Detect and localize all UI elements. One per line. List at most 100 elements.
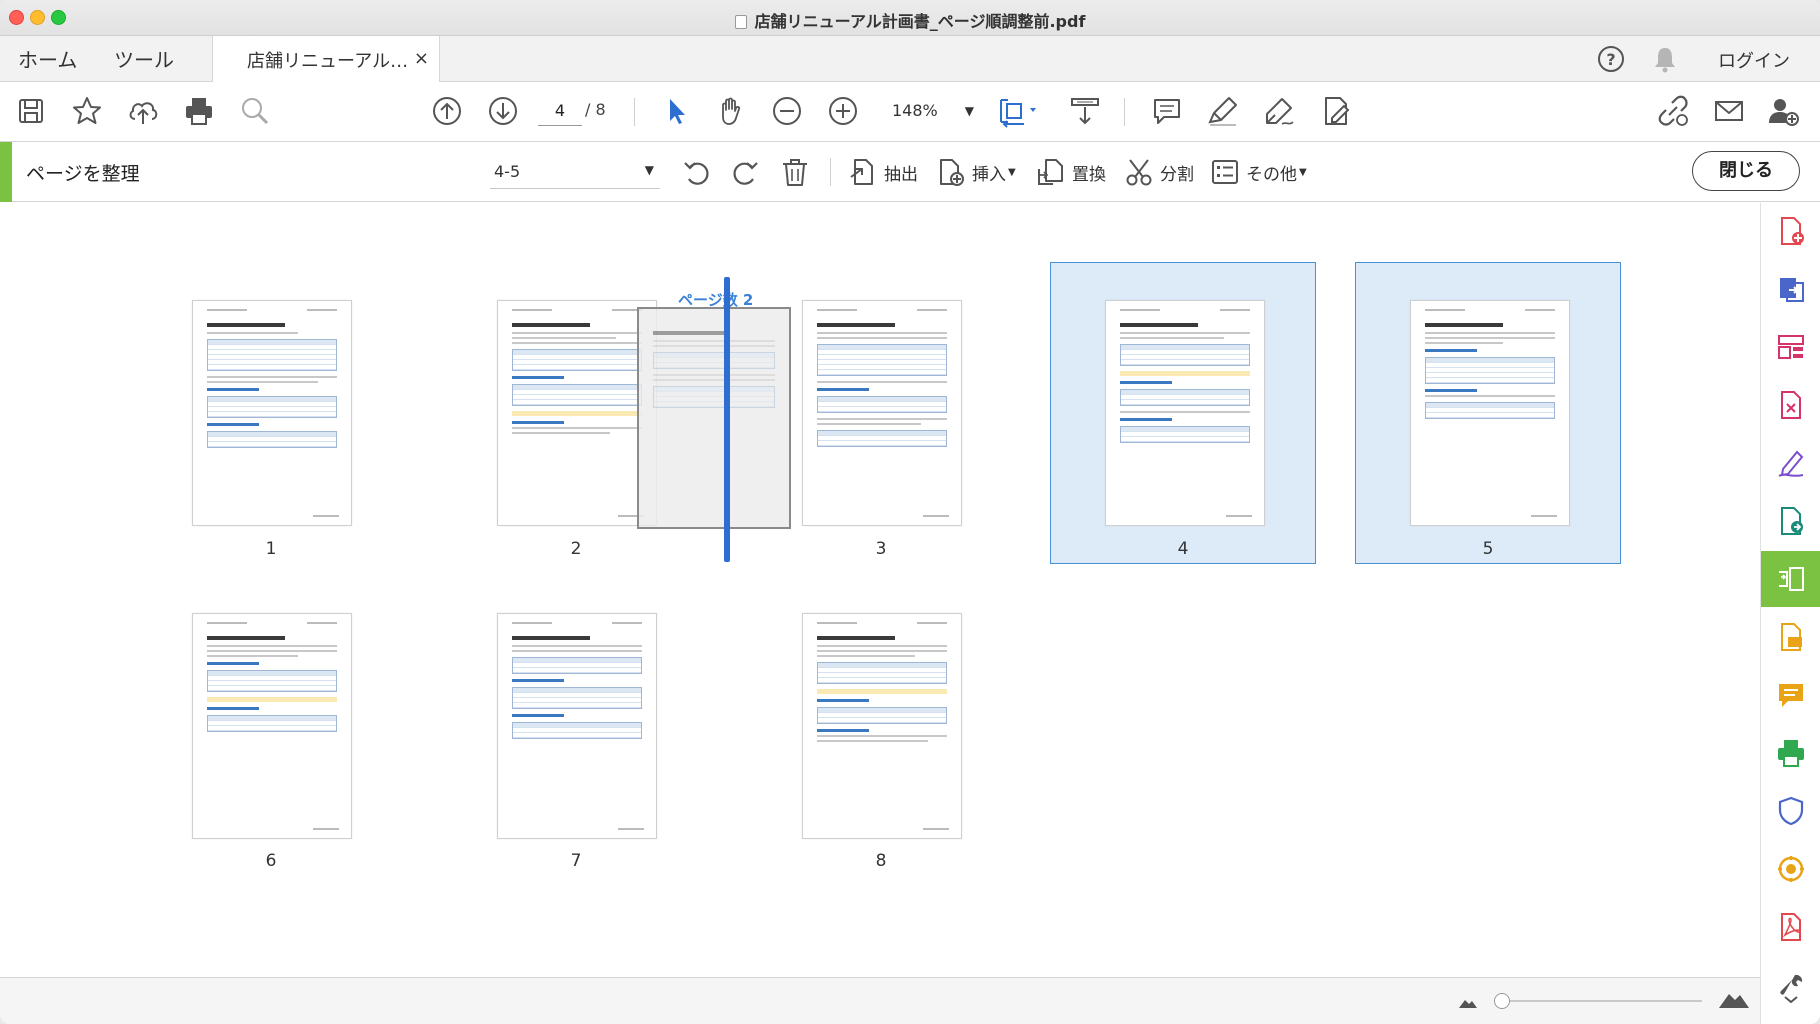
page-thumbnail-3[interactable] xyxy=(802,300,962,526)
page-thumbnail-grid: 1 2 3 4 5 6 7 8 ページ数 2 xyxy=(0,203,1760,977)
email-icon[interactable] xyxy=(1712,94,1746,128)
tools-right-rail xyxy=(1760,203,1820,1024)
help-icon[interactable]: ? xyxy=(1596,44,1626,74)
extract-icon xyxy=(850,159,873,185)
scroll-mode-icon[interactable] xyxy=(1068,94,1102,128)
thumbnail-size-slider-handle[interactable] xyxy=(1494,993,1510,1009)
page-thumbnail-7[interactable] xyxy=(497,613,657,839)
chevron-down-icon: ▼ xyxy=(1299,166,1307,178)
comment-file-icon[interactable] xyxy=(1761,609,1820,665)
bookmark-star-icon[interactable] xyxy=(70,94,104,128)
zoom-out-icon[interactable] xyxy=(770,94,804,128)
login-link[interactable]: ログイン xyxy=(1718,47,1790,73)
window-title-text: 店舗リニューアル計画書_ページ順調整前.pdf xyxy=(754,12,1086,31)
send-for-review-icon[interactable] xyxy=(1761,493,1820,549)
optimize-icon[interactable] xyxy=(1761,841,1820,897)
tools-wrench-icon[interactable] xyxy=(1761,959,1820,1015)
fit-page-icon[interactable] xyxy=(996,94,1042,128)
organize-title: ページを整理 xyxy=(26,163,140,185)
tab-tools[interactable]: ツール xyxy=(114,44,174,73)
create-pdf-icon[interactable] xyxy=(1761,203,1820,259)
title-bar: 店舗リニューアル計画書_ページ順調整前.pdf xyxy=(0,0,1820,36)
split-button[interactable]: 分割 xyxy=(1124,154,1194,190)
bell-icon[interactable] xyxy=(1650,44,1680,74)
insert-button[interactable]: 挿入 ▼ xyxy=(936,154,1016,190)
thumbnail-size-slider[interactable] xyxy=(1502,1000,1702,1002)
page-number-label: 8 xyxy=(875,851,887,871)
save-icon[interactable] xyxy=(14,94,48,128)
scissors-icon xyxy=(1126,159,1152,186)
organize-pages-icon[interactable] xyxy=(1761,551,1820,607)
list-icon xyxy=(1212,160,1238,184)
page-thumbnail-8[interactable] xyxy=(802,613,962,839)
toolbar-divider xyxy=(830,158,831,186)
highlighter-icon[interactable] xyxy=(1206,94,1240,128)
replace-button[interactable]: 置換 xyxy=(1036,154,1106,190)
extract-button[interactable]: 抽出 xyxy=(848,154,918,190)
edit-pdf-icon[interactable] xyxy=(1761,377,1820,433)
fill-sign-icon[interactable] xyxy=(1318,94,1352,128)
svg-text:?: ? xyxy=(1606,50,1615,69)
page-number-label: 6 xyxy=(265,851,277,871)
comment-icon[interactable] xyxy=(1150,94,1184,128)
page-thumbnail-5[interactable] xyxy=(1410,300,1570,526)
tab-home[interactable]: ホーム xyxy=(18,44,77,73)
drag-page-count: ページ数 2 xyxy=(678,291,754,309)
page-thumbnail-6[interactable] xyxy=(192,613,352,839)
zoom-level-value: 148% xyxy=(892,101,938,120)
split-label: 分割 xyxy=(1160,164,1194,185)
page-thumbnail-2[interactable] xyxy=(497,300,657,526)
tab-close-button[interactable]: × xyxy=(414,48,429,69)
main-toolbar: 4 / 8 148% ▼ xyxy=(0,82,1820,142)
organize-layout-icon[interactable] xyxy=(1761,319,1820,375)
print-icon[interactable] xyxy=(182,94,216,128)
insert-label: 挿入 xyxy=(972,164,1006,185)
toolbar-divider xyxy=(634,98,635,126)
comment-icon[interactable] xyxy=(1761,667,1820,723)
page-thumbnail-1[interactable] xyxy=(192,300,352,526)
insert-page-icon xyxy=(940,159,964,186)
page-thumbnail-4[interactable] xyxy=(1105,300,1265,526)
rotate-left-icon[interactable] xyxy=(680,155,714,189)
page-range-value: 4-5 xyxy=(494,162,521,181)
zoom-level-select[interactable]: 148% ▼ xyxy=(878,96,974,126)
fill-sign-icon[interactable] xyxy=(1761,435,1820,491)
add-user-icon[interactable] xyxy=(1766,94,1800,128)
zoom-small-thumbnails-icon[interactable] xyxy=(1458,994,1478,1013)
document-icon xyxy=(734,15,747,29)
replace-label: 置換 xyxy=(1072,164,1106,185)
chevron-down-icon: ▼ xyxy=(964,104,974,118)
page-number-label: 3 xyxy=(875,539,887,559)
next-page-icon[interactable] xyxy=(486,94,520,128)
draw-pen-icon[interactable] xyxy=(1262,94,1296,128)
drop-insertion-indicator xyxy=(724,277,730,562)
bottom-status-bar xyxy=(0,977,1760,1024)
page-range-select[interactable]: 4-5 ▼ xyxy=(490,155,660,189)
protect-icon[interactable] xyxy=(1761,783,1820,839)
replace-page-icon xyxy=(1038,159,1063,185)
cloud-upload-icon[interactable] xyxy=(126,94,160,128)
delete-trash-icon[interactable] xyxy=(778,155,812,189)
select-arrow-icon[interactable] xyxy=(660,94,694,128)
more-options-label: その他 xyxy=(1246,164,1297,185)
hand-tool-icon[interactable] xyxy=(714,94,748,128)
zoom-in-icon[interactable] xyxy=(826,94,860,128)
rotate-right-icon[interactable] xyxy=(728,155,762,189)
zoom-large-thumbnails-icon[interactable] xyxy=(1718,987,1750,1013)
more-options-button[interactable]: その他 ▼ xyxy=(1210,154,1307,190)
tab-document[interactable]: 店舗リニューアル… × xyxy=(212,36,440,82)
share-link-icon[interactable] xyxy=(1656,94,1690,128)
page-number-label: 7 xyxy=(570,851,582,871)
organize-accent-bar xyxy=(0,142,12,202)
page-number-label: 1 xyxy=(265,539,277,559)
window-title: 店舗リニューアル計画書_ページ順調整前.pdf xyxy=(0,8,1820,32)
acrobat-icon[interactable] xyxy=(1761,899,1820,955)
page-number-label: 2 xyxy=(570,539,582,559)
search-zoom-icon[interactable] xyxy=(238,94,272,128)
export-pdf-icon[interactable] xyxy=(1761,261,1820,317)
close-organize-button[interactable]: 閉じる xyxy=(1692,151,1800,191)
print-production-icon[interactable] xyxy=(1761,725,1820,781)
organize-pages-toolbar: ページを整理 4-5 ▼ 抽出 挿入 ▼ 置換 分割 その他 ▼ 閉じる xyxy=(0,142,1820,202)
previous-page-icon[interactable] xyxy=(430,94,464,128)
page-number-input[interactable]: 4 xyxy=(538,96,582,126)
